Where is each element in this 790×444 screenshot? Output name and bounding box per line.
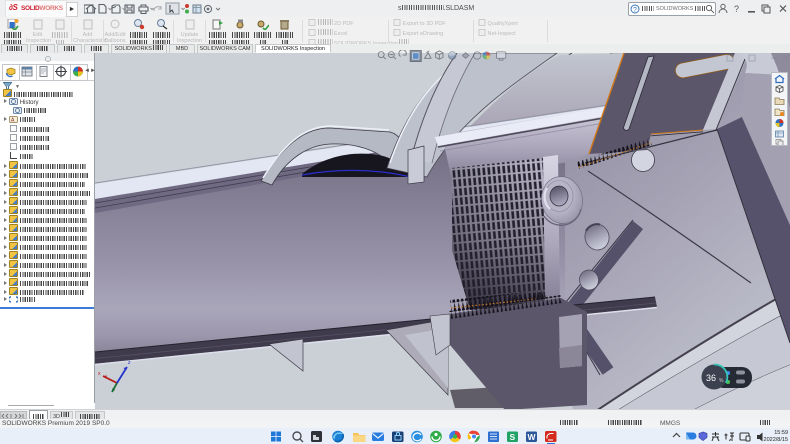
svg-text:W: W [528, 432, 537, 442]
svg-text:%: % [719, 378, 724, 384]
svg-text:?: ? [633, 7, 637, 14]
svg-text:S: S [510, 432, 516, 442]
svg-text:?: ? [734, 4, 739, 14]
svg-text:36: 36 [706, 373, 716, 383]
